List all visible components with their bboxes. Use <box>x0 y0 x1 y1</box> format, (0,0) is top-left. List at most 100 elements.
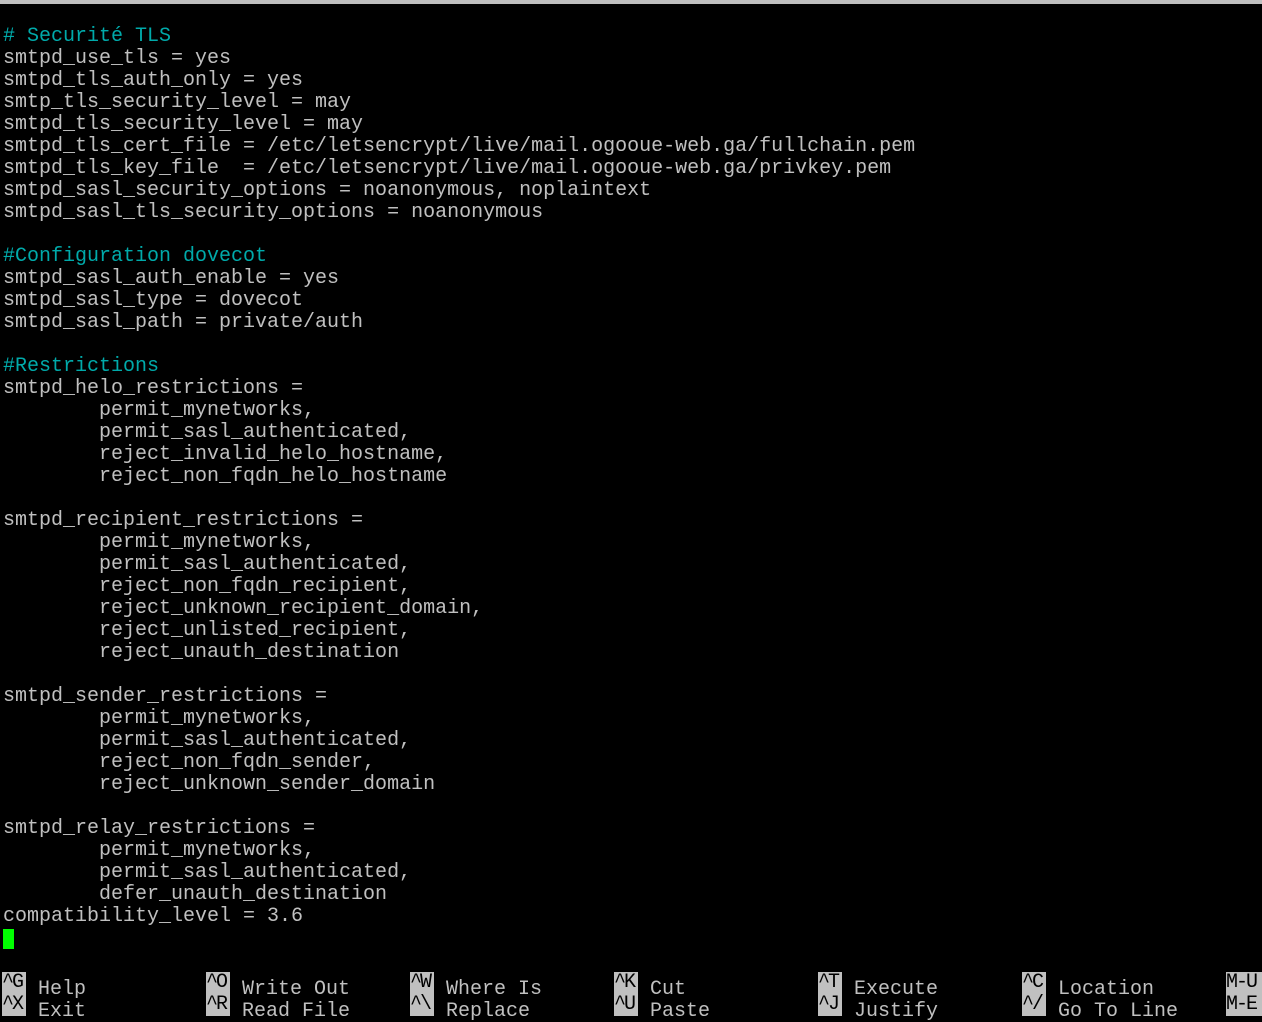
code-text: reject_unauth_destination <box>3 641 400 664</box>
editor-line[interactable]: reject_unknown_recipient_domain, <box>3 598 1262 620</box>
editor-line[interactable]: compatibility_level = 3.6 <box>3 906 1262 928</box>
code-text: permit_sasl_authenticated, <box>3 421 412 444</box>
editor-line[interactable]: reject_non_fqdn_helo_hostname <box>3 466 1262 488</box>
editor-line[interactable]: smtpd_sasl_tls_security_options = noanon… <box>3 202 1262 224</box>
code-text: smtpd_sasl_security_options = noanonymou… <box>3 179 652 202</box>
shortcut-me[interactable]: M-E <box>1226 994 1262 1016</box>
shortcut-x[interactable]: ^X Exit <box>2 994 86 1022</box>
code-text: smtpd_sasl_tls_security_options = noanon… <box>3 201 544 224</box>
editor-line[interactable]: smtpd_tls_cert_file = /etc/letsencrypt/l… <box>3 136 1262 158</box>
editor-line[interactable]: permit_mynetworks, <box>3 708 1262 730</box>
shortcut-key: ^O <box>206 972 230 994</box>
shortcut-key: ^U <box>614 994 638 1016</box>
editor-line[interactable]: smtpd_relay_restrictions = <box>3 818 1262 840</box>
editor-line[interactable]: smtp_tls_security_level = may <box>3 92 1262 114</box>
code-text: permit_mynetworks, <box>3 531 316 554</box>
code-text: permit_sasl_authenticated, <box>3 553 412 576</box>
editor-line[interactable]: smtpd_helo_restrictions = <box>3 378 1262 400</box>
shortcut-u[interactable]: ^U Paste <box>614 994 710 1022</box>
editor-line[interactable]: smtpd_sasl_type = dovecot <box>3 290 1262 312</box>
shortcut-r[interactable]: ^R Read File <box>206 994 350 1022</box>
code-text: smtpd_sasl_path = private/auth <box>3 311 364 334</box>
editor-buffer[interactable]: # Securité TLS smtpd_use_tls = yes smtpd_t… <box>3 26 1262 950</box>
code-text: reject_unknown_recipient_domain, <box>3 597 484 620</box>
editor-line[interactable]: permit_mynetworks, <box>3 840 1262 862</box>
shortcut-label: Replace <box>446 1000 531 1022</box>
code-text: smtp_tls_security_level = may <box>3 91 352 114</box>
shortcut-backslash[interactable]: ^\ Replace <box>410 994 530 1022</box>
editor-line[interactable]: reject_unknown_sender_domain <box>3 774 1262 796</box>
editor-line[interactable]: permit_mynetworks, <box>3 400 1262 422</box>
code-text: defer_unauth_destination <box>3 883 388 906</box>
shortcut-key: ^X <box>2 994 26 1016</box>
code-text: reject_unknown_sender_domain <box>3 773 436 796</box>
editor-line[interactable]: reject_non_fqdn_sender, <box>3 752 1262 774</box>
editor-line[interactable]: smtpd_sasl_security_options = noanonymou… <box>3 180 1262 202</box>
code-text: smtpd_recipient_restrictions = <box>3 509 364 532</box>
shortcut-key: ^G <box>2 972 26 994</box>
code-text: smtpd_use_tls = yes <box>3 47 232 70</box>
editor-line[interactable] <box>3 488 1262 510</box>
code-text: smtpd_sasl_type = dovecot <box>3 289 304 312</box>
code-text: smtpd_helo_restrictions = <box>3 377 304 400</box>
shortcut-key: ^R <box>206 994 230 1016</box>
shortcut-label: Justify <box>854 1000 939 1022</box>
editor-line[interactable]: permit_sasl_authenticated, <box>3 554 1262 576</box>
editor-line[interactable] <box>3 224 1262 246</box>
editor-line[interactable]: reject_unauth_destination <box>3 642 1262 664</box>
shortcut-key: ^T <box>818 972 842 994</box>
editor-line[interactable]: reject_non_fqdn_recipient, <box>3 576 1262 598</box>
editor-line[interactable] <box>3 334 1262 356</box>
editor-line[interactable]: permit_sasl_authenticated, <box>3 422 1262 444</box>
code-text: smtpd_tls_key_file = /etc/letsencrypt/li… <box>3 157 892 180</box>
code-text: smtpd_tls_cert_file = /etc/letsencrypt/l… <box>3 135 916 158</box>
editor-line[interactable]: smtpd_sasl_auth_enable = yes <box>3 268 1262 290</box>
editor-line[interactable]: reject_invalid_helo_hostname, <box>3 444 1262 466</box>
cursor-line[interactable] <box>3 928 1262 950</box>
shortcut-bar: ^G Help ^O Write Out ^W Where Is ^K Cut ^T Execut… <box>0 972 1262 1022</box>
shortcut-t[interactable]: ^T Execute <box>818 972 938 1001</box>
code-text: permit_mynetworks, <box>3 399 316 422</box>
editor-line[interactable]: reject_unlisted_recipient, <box>3 620 1262 642</box>
editor-line[interactable]: smtpd_tls_auth_only = yes <box>3 70 1262 92</box>
editor-line[interactable]: permit_sasl_authenticated, <box>3 862 1262 884</box>
shortcut-key: ^/ <box>1022 994 1046 1016</box>
shortcut-k[interactable]: ^K Cut <box>614 972 686 1001</box>
editor-line[interactable]: smtpd_recipient_restrictions = <box>3 510 1262 532</box>
code-text: permit_sasl_authenticated, <box>3 861 412 884</box>
code-text: smtpd_tls_security_level = may <box>3 113 364 136</box>
editor-line[interactable]: permit_mynetworks, <box>3 532 1262 554</box>
shortcut-key: ^\ <box>410 994 434 1016</box>
shortcut-w[interactable]: ^W Where Is <box>410 972 542 1001</box>
code-text: reject_invalid_helo_hostname, <box>3 443 448 466</box>
code-text: reject_non_fqdn_helo_hostname <box>3 465 448 488</box>
editor-line[interactable]: # Securité TLS <box>3 26 1262 48</box>
editor-line[interactable] <box>3 664 1262 686</box>
editor-line[interactable]: #Restrictions <box>3 356 1262 378</box>
text-cursor <box>3 929 14 949</box>
shortcut-label: Paste <box>650 1000 711 1022</box>
editor-line[interactable]: smtpd_tls_security_level = may <box>3 114 1262 136</box>
code-text: reject_non_fqdn_sender, <box>3 751 376 774</box>
shortcut-slash[interactable]: ^/ Go To Line <box>1022 994 1178 1022</box>
shortcut-mu[interactable]: M-U <box>1226 972 1262 994</box>
editor-line[interactable]: smtpd_tls_key_file = /etc/letsencrypt/li… <box>3 158 1262 180</box>
shortcut-g[interactable]: ^G Help <box>2 972 86 1001</box>
code-text: smtpd_relay_restrictions = <box>3 817 316 840</box>
editor-line[interactable] <box>3 796 1262 818</box>
code-text: smtpd_sender_restrictions = <box>3 685 328 708</box>
editor-line[interactable]: smtpd_sender_restrictions = <box>3 686 1262 708</box>
shortcut-c[interactable]: ^C Location <box>1022 972 1154 1001</box>
editor-line[interactable]: smtpd_use_tls = yes <box>3 48 1262 70</box>
editor-line[interactable]: permit_sasl_authenticated, <box>3 730 1262 752</box>
editor-line[interactable]: smtpd_sasl_path = private/auth <box>3 312 1262 334</box>
shortcut-o[interactable]: ^O Write Out <box>206 972 350 1001</box>
code-text: reject_unlisted_recipient, <box>3 619 412 642</box>
shortcut-key: ^C <box>1022 972 1046 994</box>
comment-text: #Configuration dovecot <box>3 245 268 268</box>
shortcut-key: ^W <box>410 972 434 994</box>
shortcut-j[interactable]: ^J Justify <box>818 994 938 1022</box>
shortcut-label: Read File <box>242 1000 351 1022</box>
editor-line[interactable]: defer_unauth_destination <box>3 884 1262 906</box>
editor-line[interactable]: #Configuration dovecot <box>3 246 1262 268</box>
